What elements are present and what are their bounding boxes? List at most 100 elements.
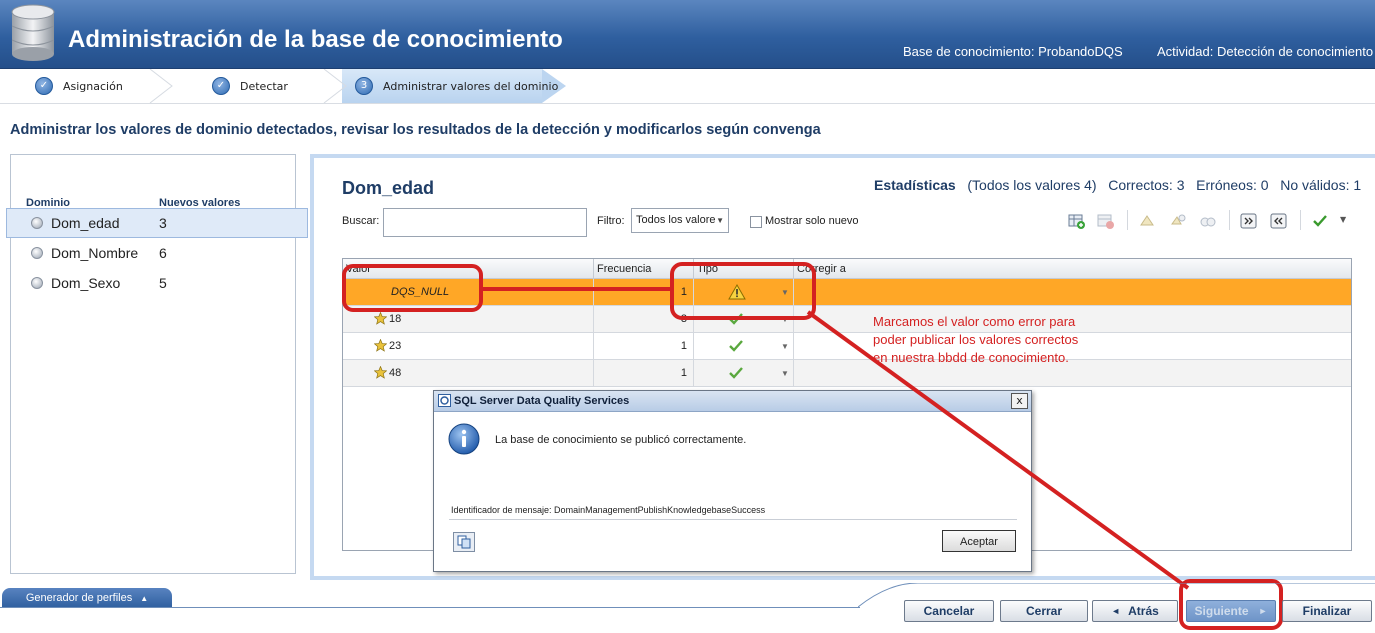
table-row[interactable]: 23 1 ▼ xyxy=(343,333,1351,360)
toolbar-separator xyxy=(1229,210,1230,230)
domain-row-dom-nombre[interactable]: Dom_Nombre 6 xyxy=(7,239,307,267)
step-administrar[interactable]: 3 Administrar valores del dominio xyxy=(355,69,558,103)
dialog-message: La base de conocimiento se publicó corre… xyxy=(495,434,747,446)
collapse-all-icon[interactable] xyxy=(1270,212,1288,230)
delete-value-icon[interactable] xyxy=(1097,212,1115,230)
check-icon xyxy=(729,340,743,352)
new-value-star-icon xyxy=(374,366,387,379)
toolbar-separator xyxy=(1300,210,1301,230)
arrow-right-icon: ► xyxy=(1258,606,1268,616)
check-icon xyxy=(729,367,743,379)
cell-separator xyxy=(593,306,594,332)
approve-icon[interactable] xyxy=(1311,212,1329,230)
app-title: Administración de la base de conocimient… xyxy=(68,26,563,53)
step-separator-icon xyxy=(149,69,173,103)
value-cell: 48 xyxy=(389,367,402,379)
new-value-star-icon xyxy=(374,312,387,325)
frequency-cell: 1 xyxy=(680,286,687,298)
dialog-title-bar[interactable]: SQL Server Data Quality Services x xyxy=(434,391,1031,412)
col-frecuencia-header[interactable]: Frecuencia xyxy=(597,263,651,275)
finish-button[interactable]: Finalizar xyxy=(1282,600,1372,622)
stats-label: Estadísticas xyxy=(874,177,956,193)
next-button[interactable]: Siguiente ► xyxy=(1186,600,1276,622)
cell-separator xyxy=(593,360,594,386)
set-synonyms-icon[interactable] xyxy=(1138,212,1156,230)
domain-name: Dom_edad xyxy=(51,215,120,231)
col-corregir-header[interactable]: Corregir a xyxy=(797,263,846,275)
dialog-message-id: Identificador de mensaje: DomainManageme… xyxy=(451,505,766,515)
column-separator xyxy=(693,259,694,278)
annotation-note: Marcamos el valor como error para poder … xyxy=(873,313,1113,367)
table-row[interactable]: DQS_NULL 1 ▼ xyxy=(343,279,1351,306)
cell-separator xyxy=(693,333,694,359)
cancel-button[interactable]: Cancelar xyxy=(904,600,994,622)
ok-button[interactable]: Aceptar xyxy=(942,530,1016,552)
cell-separator xyxy=(593,333,594,359)
col-tipo-header[interactable]: Tipo xyxy=(697,263,718,275)
wizard-steps: ✓ Asignación ✓ Detectar 3 Administrar va… xyxy=(0,69,1375,104)
column-separator xyxy=(593,259,594,278)
annotation-line: poder publicar los valores correctos xyxy=(873,332,1079,347)
step-separator-icon xyxy=(323,69,347,103)
break-synonyms-icon[interactable] xyxy=(1169,212,1187,230)
approve-dropdown-icon[interactable]: ▼ xyxy=(1340,215,1346,224)
frequency-cell: 1 xyxy=(680,367,687,379)
statistics: Estadísticas (Todos los valores 4) Corre… xyxy=(874,177,1361,193)
step-asignacion[interactable]: ✓ Asignación xyxy=(35,69,123,103)
domain-count: 3 xyxy=(159,215,167,231)
search-label: Buscar: xyxy=(342,215,380,227)
check-circle-icon: ✓ xyxy=(35,77,53,95)
domain-bullet-icon xyxy=(31,217,43,229)
app-header: Administración de la base de conocimient… xyxy=(0,0,1375,69)
domain-name: Dom_Nombre xyxy=(51,245,139,261)
dqs-app-icon xyxy=(438,394,451,407)
new-value-star-icon xyxy=(374,339,387,352)
cell-separator xyxy=(793,279,794,305)
expand-all-icon[interactable] xyxy=(1240,212,1258,230)
warning-icon xyxy=(728,284,746,300)
dialog-title: SQL Server Data Quality Services xyxy=(454,395,630,407)
domain-row-dom-sexo[interactable]: Dom_Sexo 5 xyxy=(7,269,307,297)
annotation-line: Marcamos el valor como error para xyxy=(873,314,1076,329)
type-dropdown-icon[interactable]: ▼ xyxy=(781,306,789,332)
type-dropdown-icon[interactable]: ▼ xyxy=(781,279,789,305)
check-icon xyxy=(729,313,743,325)
domain-row-dom-edad[interactable]: Dom_edad 3 xyxy=(6,208,308,238)
domain-name: Dom_Sexo xyxy=(51,275,121,291)
search-input[interactable] xyxy=(383,208,587,237)
filter-label: Filtro: xyxy=(597,215,625,227)
chevron-up-icon: ▲ xyxy=(140,593,149,603)
close-window-button[interactable]: Cerrar xyxy=(1000,600,1088,622)
copy-icon[interactable] xyxy=(453,532,475,552)
activity-label: Actividad: Detección de conocimiento xyxy=(1157,44,1374,59)
show-new-checkbox[interactable] xyxy=(750,216,762,228)
message-dialog: SQL Server Data Quality Services x La ba… xyxy=(433,390,1032,572)
search-value-icon[interactable] xyxy=(1199,212,1217,230)
info-icon xyxy=(448,423,480,455)
column-separator xyxy=(793,259,794,278)
grid-header: Valor Frecuencia Tipo Corregir a xyxy=(343,259,1351,279)
type-dropdown-icon[interactable]: ▼ xyxy=(781,360,789,386)
filter-select[interactable]: Todos los valore ▼ xyxy=(631,208,729,233)
arrow-left-icon: ◄ xyxy=(1111,606,1121,616)
step-label: Detectar xyxy=(240,79,288,93)
cell-separator xyxy=(693,306,694,332)
type-dropdown-icon[interactable]: ▼ xyxy=(781,333,789,359)
frequency-cell: 3 xyxy=(680,313,687,325)
table-row[interactable]: 48 1 ▼ xyxy=(343,360,1351,387)
stats-correct: Correctos: 3 xyxy=(1108,177,1185,193)
step-detectar[interactable]: ✓ Detectar xyxy=(212,69,288,103)
domain-title: Dom_edad xyxy=(342,178,435,198)
cell-separator xyxy=(793,306,794,332)
instruction-text: Administrar los valores de dominio detec… xyxy=(10,122,821,138)
add-value-icon[interactable] xyxy=(1068,212,1086,230)
domain-count: 5 xyxy=(159,275,167,291)
close-button[interactable]: x xyxy=(1011,393,1028,409)
back-button[interactable]: ◄ Atrás xyxy=(1092,600,1178,622)
domain-bullet-icon xyxy=(31,247,43,259)
table-row[interactable]: 18 3 ▼ xyxy=(343,306,1351,333)
col-valor-header[interactable]: Valor xyxy=(346,263,371,275)
cell-separator xyxy=(693,360,694,386)
profiler-tab[interactable]: Generador de perfiles ▲ xyxy=(2,588,172,608)
value-cell: 23 xyxy=(389,340,402,352)
